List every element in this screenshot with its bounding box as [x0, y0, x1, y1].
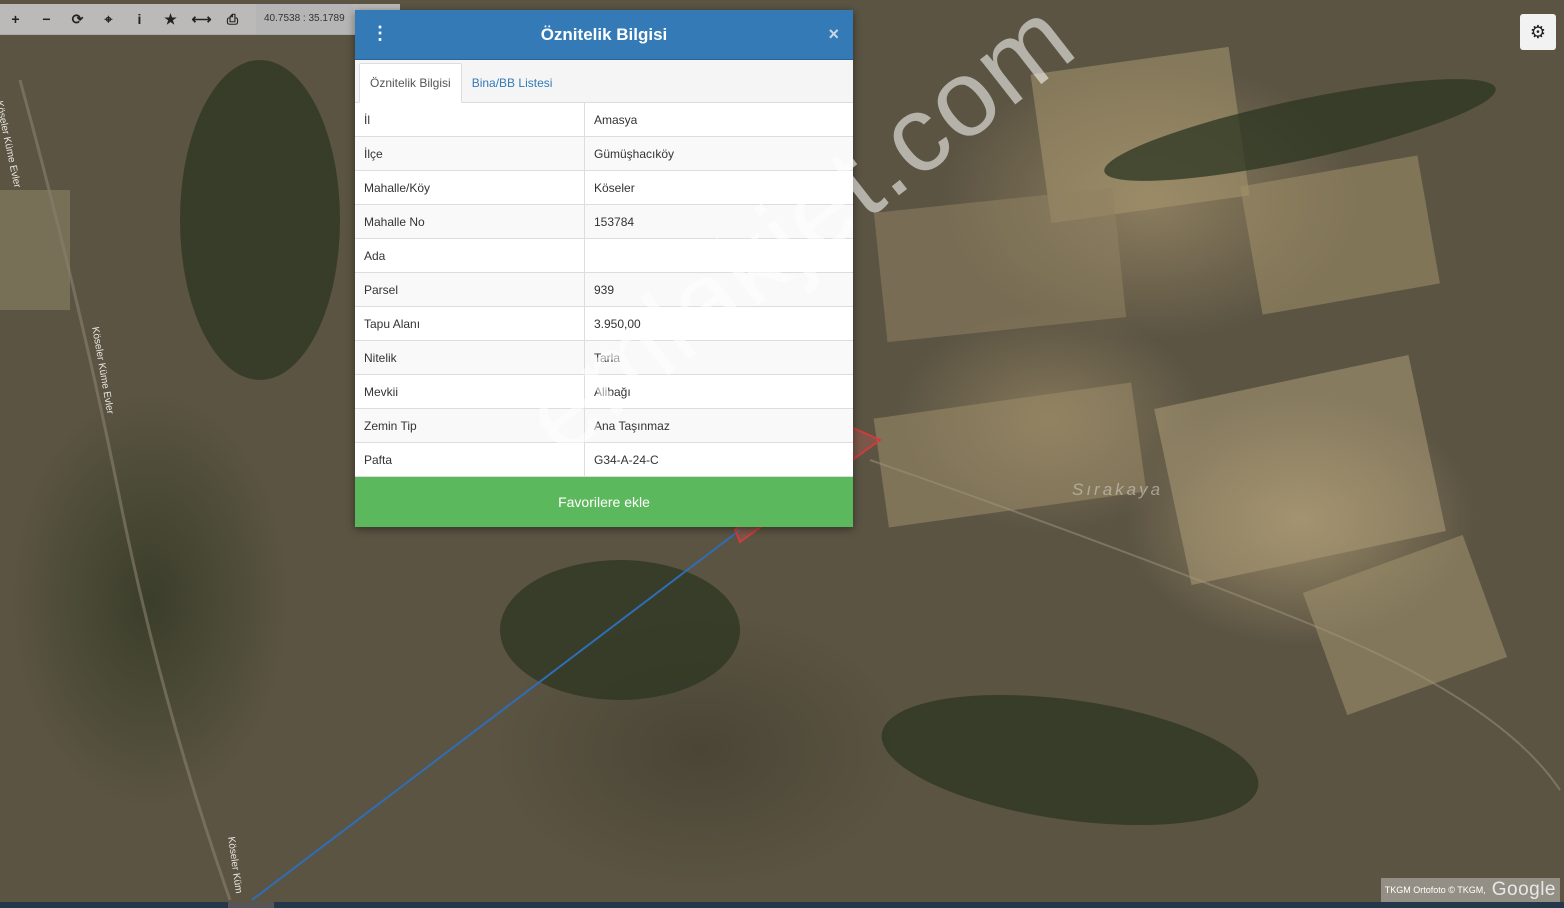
- row-key: Parsel: [355, 272, 585, 307]
- zoom-in-button[interactable]: +: [0, 4, 31, 34]
- coordinate-readout: 40.7538 : 35.1789: [256, 4, 353, 34]
- google-logo: Google: [1491, 879, 1556, 900]
- tab-building-list[interactable]: Bina/BB Listesi: [462, 64, 563, 102]
- row-value: G34-A-24-C: [584, 442, 853, 477]
- row-key: Pafta: [355, 442, 585, 477]
- dialog-header: ⋮ Öznitelik Bilgisi ×: [355, 10, 853, 60]
- dialog-title: Öznitelik Bilgisi: [540, 24, 668, 44]
- print-icon[interactable]: ⎙: [217, 4, 248, 34]
- info-icon[interactable]: i: [124, 4, 155, 34]
- row-key: İl: [355, 103, 585, 137]
- row-key: Mahalle/Köy: [355, 170, 585, 205]
- place-label: Sırakaya: [1072, 480, 1164, 499]
- refresh-icon[interactable]: ⟳: [62, 4, 93, 34]
- row-key: Tapu Alanı: [355, 306, 585, 341]
- tab-attribute-info[interactable]: Öznitelik Bilgisi: [359, 63, 462, 103]
- map-toolbar: + − ⟳ ⌖ i ★ ⟷ ⎙ 40.7538 : 35.1789: [0, 4, 400, 35]
- bottom-handle[interactable]: [228, 902, 274, 908]
- row-key: Ada: [355, 238, 585, 273]
- zoom-out-button[interactable]: −: [31, 4, 62, 34]
- attribution-text: TKGM Ortofoto © TKGM,: [1384, 885, 1486, 895]
- row-key: Mahalle No: [355, 204, 585, 239]
- add-to-favorites-button[interactable]: Favorilere ekle: [355, 477, 853, 527]
- close-icon[interactable]: ×: [828, 24, 839, 45]
- locate-icon[interactable]: ⌖: [93, 4, 124, 34]
- gear-icon[interactable]: ⚙: [1520, 14, 1556, 50]
- row-value: Amasya: [584, 103, 853, 137]
- measure-icon[interactable]: ⟷: [186, 4, 217, 34]
- dialog-tabs: Öznitelik Bilgisi Bina/BB Listesi: [355, 60, 853, 103]
- measure-line: [251, 529, 741, 901]
- table-row: İl Amasya: [355, 103, 853, 137]
- row-key: İlçe: [355, 136, 585, 171]
- road: [869, 459, 1561, 791]
- map-attribution: TKGM Ortofoto © TKGM, Google: [1380, 878, 1560, 902]
- road: [18, 79, 232, 901]
- star-icon[interactable]: ★: [155, 4, 186, 34]
- kebab-menu-icon[interactable]: ⋮: [371, 24, 389, 42]
